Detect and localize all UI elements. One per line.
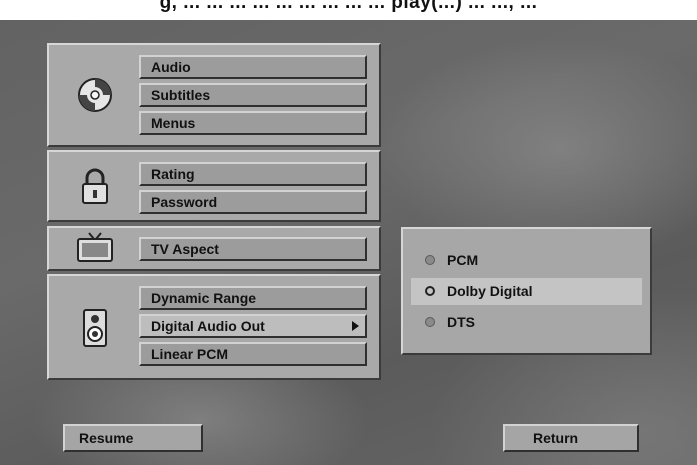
digital-audio-out-submenu: PCM Dolby Digital DTS (401, 227, 652, 355)
menu-item-dynamic-range[interactable]: Dynamic Range (139, 286, 367, 310)
radio-unselected-icon (425, 317, 435, 327)
parental-settings-group: Rating Password (47, 150, 381, 222)
radio-highlight-icon (425, 286, 435, 296)
menu-item-menus[interactable]: Menus (139, 111, 367, 135)
header-strip: g, ... ... ... ... ... ... ... ... ... p… (0, 0, 697, 20)
menu-item-password[interactable]: Password (139, 190, 367, 214)
option-dts[interactable]: DTS (411, 309, 642, 336)
disc-settings-group: Audio Subtitles Menus (47, 43, 381, 147)
return-button[interactable]: Return (503, 424, 639, 452)
tv-icon (69, 228, 121, 268)
resume-button[interactable]: Resume (63, 424, 203, 452)
menu-item-digital-audio-out[interactable]: Digital Audio Out (139, 314, 367, 338)
menu-item-audio[interactable]: Audio (139, 55, 367, 79)
disc-icon (69, 75, 121, 115)
display-settings-group: TV Aspect (47, 226, 381, 271)
radio-unselected-icon (425, 255, 435, 265)
dvd-setup-screen: g, ... ... ... ... ... ... ... ... ... p… (0, 0, 697, 465)
option-pcm[interactable]: PCM (411, 247, 642, 274)
menu-item-subtitles[interactable]: Subtitles (139, 83, 367, 107)
audio-output-group: Dynamic Range Digital Audio Out Linear P… (47, 274, 381, 380)
padlock-icon (69, 166, 121, 206)
menu-item-linear-pcm[interactable]: Linear PCM (139, 342, 367, 366)
menu-item-tv-aspect[interactable]: TV Aspect (139, 237, 367, 261)
speaker-icon (69, 308, 121, 348)
submenu-arrow-icon (352, 321, 359, 331)
option-dolby-digital[interactable]: Dolby Digital (411, 278, 642, 305)
menu-item-rating[interactable]: Rating (139, 162, 367, 186)
header-partial-text: g, ... ... ... ... ... ... ... ... ... p… (159, 0, 538, 13)
